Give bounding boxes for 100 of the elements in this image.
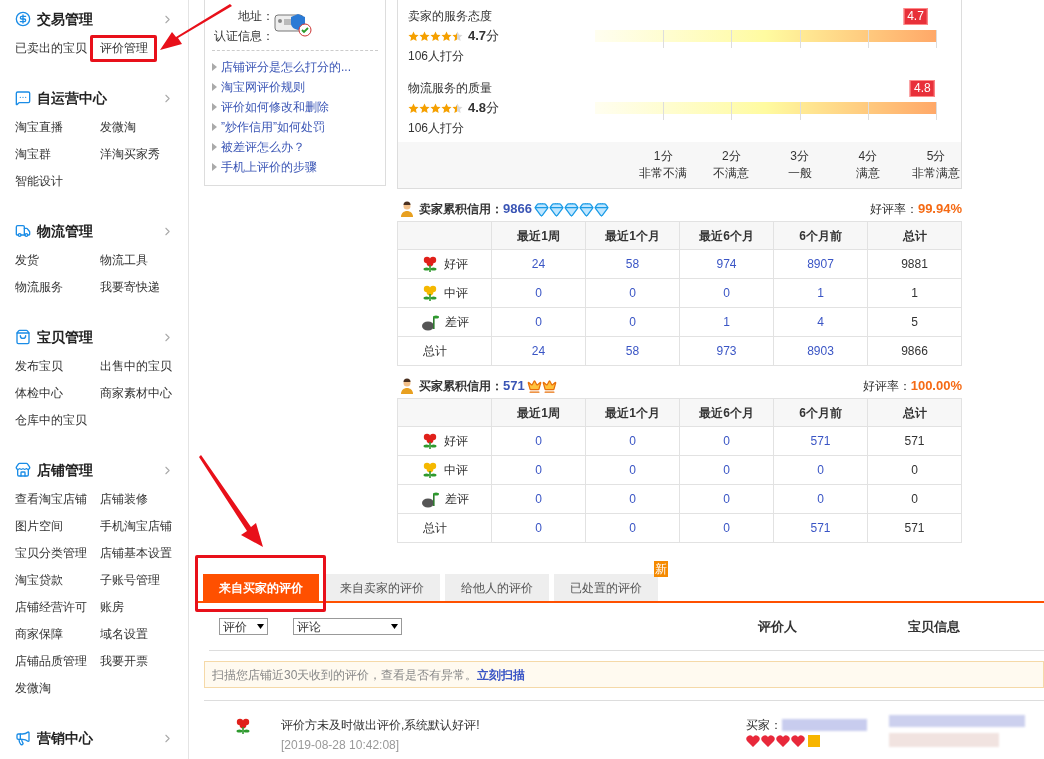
table-cell[interactable]: 0 [773, 484, 868, 514]
table-cell[interactable]: 0 [679, 455, 774, 485]
table-cell[interactable]: 8903 [773, 336, 868, 366]
sidebar-link[interactable]: 商家素材中心 [100, 383, 172, 402]
help-link[interactable]: 被差评怎么办？ [221, 138, 305, 156]
tab[interactable]: 给他人的评价 [445, 574, 549, 601]
table-cell[interactable]: 0 [773, 455, 868, 485]
section-title: 店铺管理 [37, 460, 93, 480]
table-cell[interactable]: 0 [679, 484, 774, 514]
header-cell: 最近1个月 [585, 398, 680, 427]
sidebar-link[interactable]: 账房 [100, 597, 124, 616]
diamond-icon [593, 201, 609, 217]
sidebar-link[interactable]: 商家保障 [15, 624, 63, 643]
table-cell[interactable]: 571 [773, 426, 868, 456]
sidebar-link[interactable]: 店铺装修 [100, 489, 148, 508]
table-cell[interactable]: 0 [585, 307, 680, 337]
scale-score: 2分 [722, 148, 741, 165]
sidebar-link[interactable]: 手机淘宝店铺 [100, 516, 172, 535]
table-cell[interactable]: 1 [679, 307, 774, 337]
certification-label: 认证信息： [214, 28, 274, 45]
table-cell[interactable]: 0 [585, 278, 680, 308]
sidebar-link[interactable]: 店铺品质管理 [15, 651, 87, 670]
sidebar-link[interactable]: 出售中的宝贝 [100, 356, 172, 375]
section-header[interactable]: 宝贝管理 [15, 326, 174, 348]
header-cell: 最近1个月 [585, 221, 680, 250]
table-cell[interactable]: 24 [491, 249, 586, 279]
table-cell[interactable]: 58 [585, 249, 680, 279]
table-cell[interactable]: 0 [491, 307, 586, 337]
scale-score: 5分 [926, 148, 946, 165]
section-header[interactable]: 店铺管理 [15, 459, 174, 481]
section-header[interactable]: 交易管理 [15, 8, 174, 30]
rate-value: 100.00% [910, 377, 962, 396]
rating-select[interactable]: 评价 [219, 618, 268, 635]
sidebar-link[interactable]: 发微淘 [15, 678, 51, 697]
table-cell[interactable]: 0 [585, 513, 680, 543]
scan-link[interactable]: 立刻扫描 [477, 665, 526, 684]
table-cell[interactable]: 0 [491, 513, 586, 543]
table-cell[interactable]: 0 [585, 455, 680, 485]
score-marker: 4.8 [910, 80, 935, 97]
table-cell[interactable]: 0 [491, 455, 586, 485]
section-header[interactable]: 物流管理 [15, 220, 174, 242]
rating-count: 106人打分 [408, 120, 466, 137]
sidebar-link[interactable]: 评价管理 [100, 38, 148, 57]
new-badge: 新 [654, 561, 668, 577]
sidebar-link[interactable]: 发微淘 [100, 117, 136, 136]
section-title: 物流管理 [37, 221, 93, 241]
credit-title: 卖家累积信用： [419, 201, 503, 218]
help-link[interactable]: ”炒作信用”如何处罚 [221, 118, 325, 136]
table-cell[interactable]: 974 [679, 249, 774, 279]
bullet-icon [212, 163, 217, 171]
table-cell[interactable]: 0 [679, 513, 774, 543]
tab[interactable]: 来自卖家的评价 [324, 574, 440, 601]
table-cell[interactable]: 58 [585, 336, 680, 366]
table-cell[interactable]: 0 [679, 426, 774, 456]
sidebar-link[interactable]: 发货 [15, 250, 39, 269]
scale-score: 4分 [858, 148, 878, 165]
table-cell[interactable]: 0 [491, 278, 586, 308]
comment-select[interactable]: 评论 [293, 618, 402, 635]
table-cell[interactable]: 1 [773, 278, 868, 308]
table-cell[interactable]: 571 [773, 513, 868, 543]
table-cell[interactable]: 24 [491, 336, 586, 366]
sidebar-link[interactable]: 物流服务 [15, 277, 63, 296]
sidebar-link[interactable]: 店铺经营许可 [15, 597, 87, 616]
table-cell[interactable]: 0 [585, 484, 680, 514]
sidebar-link[interactable]: 我要寄快递 [100, 277, 160, 296]
table-cell[interactable]: 8907 [773, 249, 868, 279]
sidebar-link[interactable]: 店铺基本设置 [100, 543, 172, 562]
help-link[interactable]: 评价如何修改和删除 [221, 98, 329, 116]
sidebar-link[interactable]: 已卖出的宝贝 [15, 38, 87, 57]
sidebar-link[interactable]: 体检中心 [15, 383, 63, 402]
table-cell[interactable]: 0 [679, 278, 774, 308]
help-link[interactable]: 店铺评分是怎么打分的... [221, 58, 351, 76]
review-time: [2019-08-28 10:42:08] [281, 737, 401, 754]
table-cell[interactable]: 4 [773, 307, 868, 337]
table-cell[interactable]: 0 [491, 426, 586, 456]
header-cell: 6个月前 [773, 398, 868, 427]
sidebar-link[interactable]: 宝贝分类管理 [15, 543, 87, 562]
rating-score: 4.8分 [468, 99, 500, 118]
sidebar-link[interactable]: 图片空间 [15, 516, 63, 535]
table-cell[interactable]: 0 [491, 484, 586, 514]
sidebar-link[interactable]: 发布宝贝 [15, 356, 63, 375]
tab[interactable]: 已处置的评价 [554, 574, 658, 601]
sidebar-link[interactable]: 淘宝直播 [15, 117, 63, 136]
sidebar-link[interactable]: 查看淘宝店铺 [15, 489, 87, 508]
help-link[interactable]: 手机上评价的步骤 [221, 158, 317, 176]
help-link[interactable]: 淘宝网评价规则 [221, 78, 305, 96]
sidebar-link[interactable]: 仓库中的宝贝 [15, 410, 87, 429]
table-cell[interactable]: 973 [679, 336, 774, 366]
sidebar-link[interactable]: 洋淘买家秀 [100, 144, 160, 163]
sidebar-link[interactable]: 域名设置 [100, 624, 148, 643]
sidebar-link[interactable]: 淘宝贷款 [15, 570, 63, 589]
section-header[interactable]: 自运营中心 [15, 87, 174, 109]
table-cell[interactable]: 0 [585, 426, 680, 456]
section-header[interactable]: 营销中心 [15, 727, 174, 749]
flower-icon [421, 255, 438, 273]
sidebar-link[interactable]: 我要开票 [100, 651, 148, 670]
sidebar-link[interactable]: 物流工具 [100, 250, 148, 269]
sidebar-link[interactable]: 子账号管理 [100, 570, 160, 589]
sidebar-link[interactable]: 智能设计 [15, 171, 63, 190]
sidebar-link[interactable]: 淘宝群 [15, 144, 51, 163]
